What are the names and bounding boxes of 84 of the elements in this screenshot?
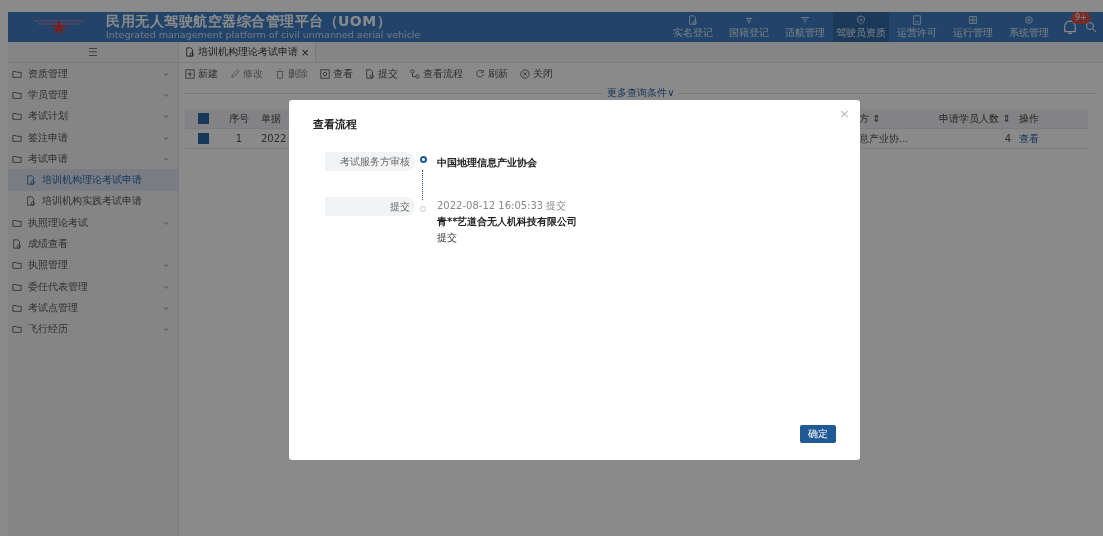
- nav-icon: [968, 14, 978, 25]
- select-all-checkbox[interactable]: [197, 113, 209, 125]
- sidebar-item[interactable]: 资质管理: [8, 63, 178, 85]
- chevron-down-icon: [162, 112, 170, 121]
- step-label: 提交: [325, 197, 415, 216]
- sidebar-item[interactable]: 飞行经历: [8, 318, 178, 340]
- document-icon: [26, 175, 36, 186]
- folder-icon: [12, 89, 22, 100]
- bell-icon: [1063, 20, 1077, 34]
- nav-icon: [800, 14, 810, 25]
- close-button[interactable]: ×: [839, 106, 850, 121]
- toolbar-button[interactable]: 刷新: [475, 67, 508, 81]
- sidebar-item[interactable]: 执照管理: [8, 254, 178, 276]
- nav-item[interactable]: 国籍登记: [721, 12, 777, 42]
- nav-item[interactable]: 驾驶员资质: [833, 12, 889, 42]
- step-label: 考试服务方审核: [325, 152, 415, 171]
- trash-icon: [275, 69, 285, 79]
- menu-toggle[interactable]: ☰: [88, 45, 98, 59]
- more-filters-link[interactable]: 更多查询条件∨: [607, 87, 675, 99]
- flow-icon: [410, 69, 420, 79]
- ok-button[interactable]: 确定: [800, 425, 836, 443]
- connector-line: [422, 170, 423, 200]
- toolbar-button[interactable]: 提交: [365, 67, 398, 81]
- page-tab[interactable]: 培训机构理论考试申请 ×: [179, 42, 317, 62]
- platform-subtitle: Integrated management platform of civil unmanned aerial vehicle: [106, 29, 421, 40]
- folder-icon: [12, 132, 22, 143]
- circle-x-icon: [520, 69, 530, 79]
- folder-icon: [12, 68, 22, 79]
- step-organization: 中国地理信息产业协会: [437, 156, 537, 170]
- toolbar-button[interactable]: 查看: [320, 67, 353, 81]
- pencil-icon: [230, 69, 240, 79]
- step-organization: 青**艺道合无人机科技有限公司: [437, 215, 578, 229]
- document-icon: [185, 47, 195, 57]
- view-link[interactable]: 查看: [1015, 128, 1088, 149]
- sidebar-item[interactable]: 成绩查看: [8, 233, 178, 255]
- dialog-title: 查看流程: [313, 117, 358, 132]
- folder-icon: [12, 260, 22, 271]
- folder-icon: [12, 281, 22, 292]
- chevron-down-icon: [162, 261, 170, 270]
- nav-item[interactable]: 适航管理: [777, 12, 833, 42]
- folder-icon: [12, 153, 22, 164]
- folder-icon: [12, 302, 22, 313]
- nav-item[interactable]: 系统管理: [1001, 12, 1057, 42]
- nav-icon: [1024, 14, 1034, 25]
- nav-icon: [688, 14, 698, 25]
- column-header: 序号: [221, 109, 257, 129]
- folder-icon: [12, 111, 22, 122]
- sidebar-item[interactable]: 执照理论考试: [8, 212, 178, 234]
- column-header: 操作: [1015, 109, 1088, 129]
- row-checkbox[interactable]: [197, 133, 209, 145]
- chevron-down-icon: [162, 325, 170, 334]
- eye-box-icon: [320, 69, 330, 79]
- notification-badge: 9+: [1071, 12, 1091, 24]
- nav-item[interactable]: 实名登记: [665, 12, 721, 42]
- tab-close-button[interactable]: ×: [301, 46, 310, 58]
- search-icon: [1085, 21, 1097, 33]
- toolbar-button[interactable]: 新建: [185, 67, 218, 81]
- sidebar-item[interactable]: 学员管理: [8, 84, 178, 106]
- folder-icon: [12, 324, 22, 335]
- sidebar-item[interactable]: 委任代表管理: [8, 275, 178, 298]
- nav-item[interactable]: 运行管理: [945, 12, 1001, 42]
- document-icon: [26, 196, 36, 207]
- toolbar-button[interactable]: 关闭: [520, 67, 553, 81]
- step-note: 提交: [437, 231, 458, 245]
- document-icon: [365, 69, 375, 79]
- refresh-icon: [475, 69, 485, 79]
- nav-icon: [912, 14, 922, 25]
- document-icon: [12, 239, 22, 249]
- step-time: 2022-08-12 16:05:33 提交: [437, 199, 568, 213]
- nav-item[interactable]: 运营许可: [889, 12, 945, 42]
- table-cell: 1: [221, 128, 257, 149]
- toolbar-button[interactable]: 查看流程: [410, 67, 463, 81]
- platform-title: 民用无人驾驶航空器综合管理平台（UOM）: [106, 14, 393, 29]
- folder-icon: [12, 217, 22, 228]
- nav-icon: [856, 14, 866, 25]
- column-header: 申请学员人数 ⇕: [915, 109, 1015, 129]
- sidebar-item[interactable]: 考试点管理: [8, 297, 178, 319]
- sidebar-item[interactable]: 考试申请: [8, 148, 178, 170]
- plus-box-icon: [185, 69, 195, 79]
- sidebar-subitem[interactable]: 培训机构实践考试申请: [8, 190, 178, 213]
- sidebar-item[interactable]: 签注申请: [8, 126, 178, 149]
- table-cell: 4: [915, 128, 1015, 149]
- sidebar-item[interactable]: 考试计划: [8, 105, 178, 127]
- sidebar-subitem[interactable]: 培训机构理论考试申请: [8, 169, 178, 191]
